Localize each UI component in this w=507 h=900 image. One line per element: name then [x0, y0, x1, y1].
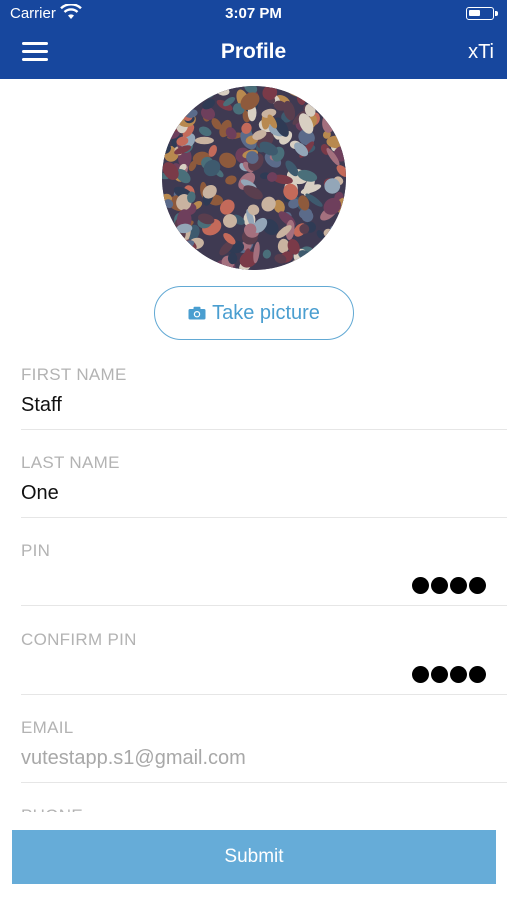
email-field[interactable]: EMAIL vutestapp.s1@gmail.com	[0, 718, 507, 806]
divider	[21, 782, 507, 783]
email-input[interactable]: vutestapp.s1@gmail.com	[21, 747, 246, 770]
status-time: 3:07 PM	[225, 5, 282, 22]
pin-dot	[469, 577, 486, 594]
nav-bar: Profile xTi	[0, 28, 507, 79]
page-title: Profile	[220, 40, 287, 63]
pin-label: PIN	[21, 541, 51, 560]
confirm-pin-field[interactable]: CONFIRM PIN	[0, 630, 507, 718]
battery-icon	[466, 7, 498, 20]
pin-field[interactable]: PIN	[0, 541, 507, 629]
submit-bar: Submit	[0, 812, 507, 900]
divider	[21, 517, 507, 518]
take-picture-label: Take picture	[212, 301, 320, 324]
camera-icon	[188, 306, 206, 320]
take-picture-button[interactable]: Take picture	[154, 286, 354, 340]
confirm-pin-label: CONFIRM PIN	[21, 630, 137, 649]
pin-dot	[469, 666, 486, 683]
divider	[21, 605, 507, 606]
last-name-label: LAST NAME	[21, 453, 120, 472]
pin-dot	[431, 666, 448, 683]
pin-input[interactable]	[412, 577, 486, 594]
nav-right-button[interactable]: xTi	[468, 41, 494, 64]
avatar-photo	[162, 86, 346, 270]
status-bar: Carrier 3:07 PM	[0, 0, 507, 28]
divider	[21, 694, 507, 695]
confirm-pin-input[interactable]	[412, 666, 486, 683]
pin-dot	[450, 577, 467, 594]
submit-button[interactable]: Submit	[12, 830, 496, 884]
pin-dot	[431, 577, 448, 594]
first-name-label: FIRST NAME	[21, 365, 127, 384]
email-label: EMAIL	[21, 718, 74, 737]
first-name-field[interactable]: FIRST NAME Staff	[0, 365, 507, 453]
first-name-input[interactable]: Staff	[21, 394, 62, 417]
last-name-input[interactable]: One	[21, 482, 59, 505]
divider	[21, 429, 507, 430]
last-name-field[interactable]: LAST NAME One	[0, 453, 507, 541]
top-bar: Carrier 3:07 PM Profile xTi	[0, 0, 507, 79]
pin-dot	[450, 666, 467, 683]
pin-dot	[412, 666, 429, 683]
pin-dot	[412, 577, 429, 594]
avatar	[162, 86, 346, 270]
